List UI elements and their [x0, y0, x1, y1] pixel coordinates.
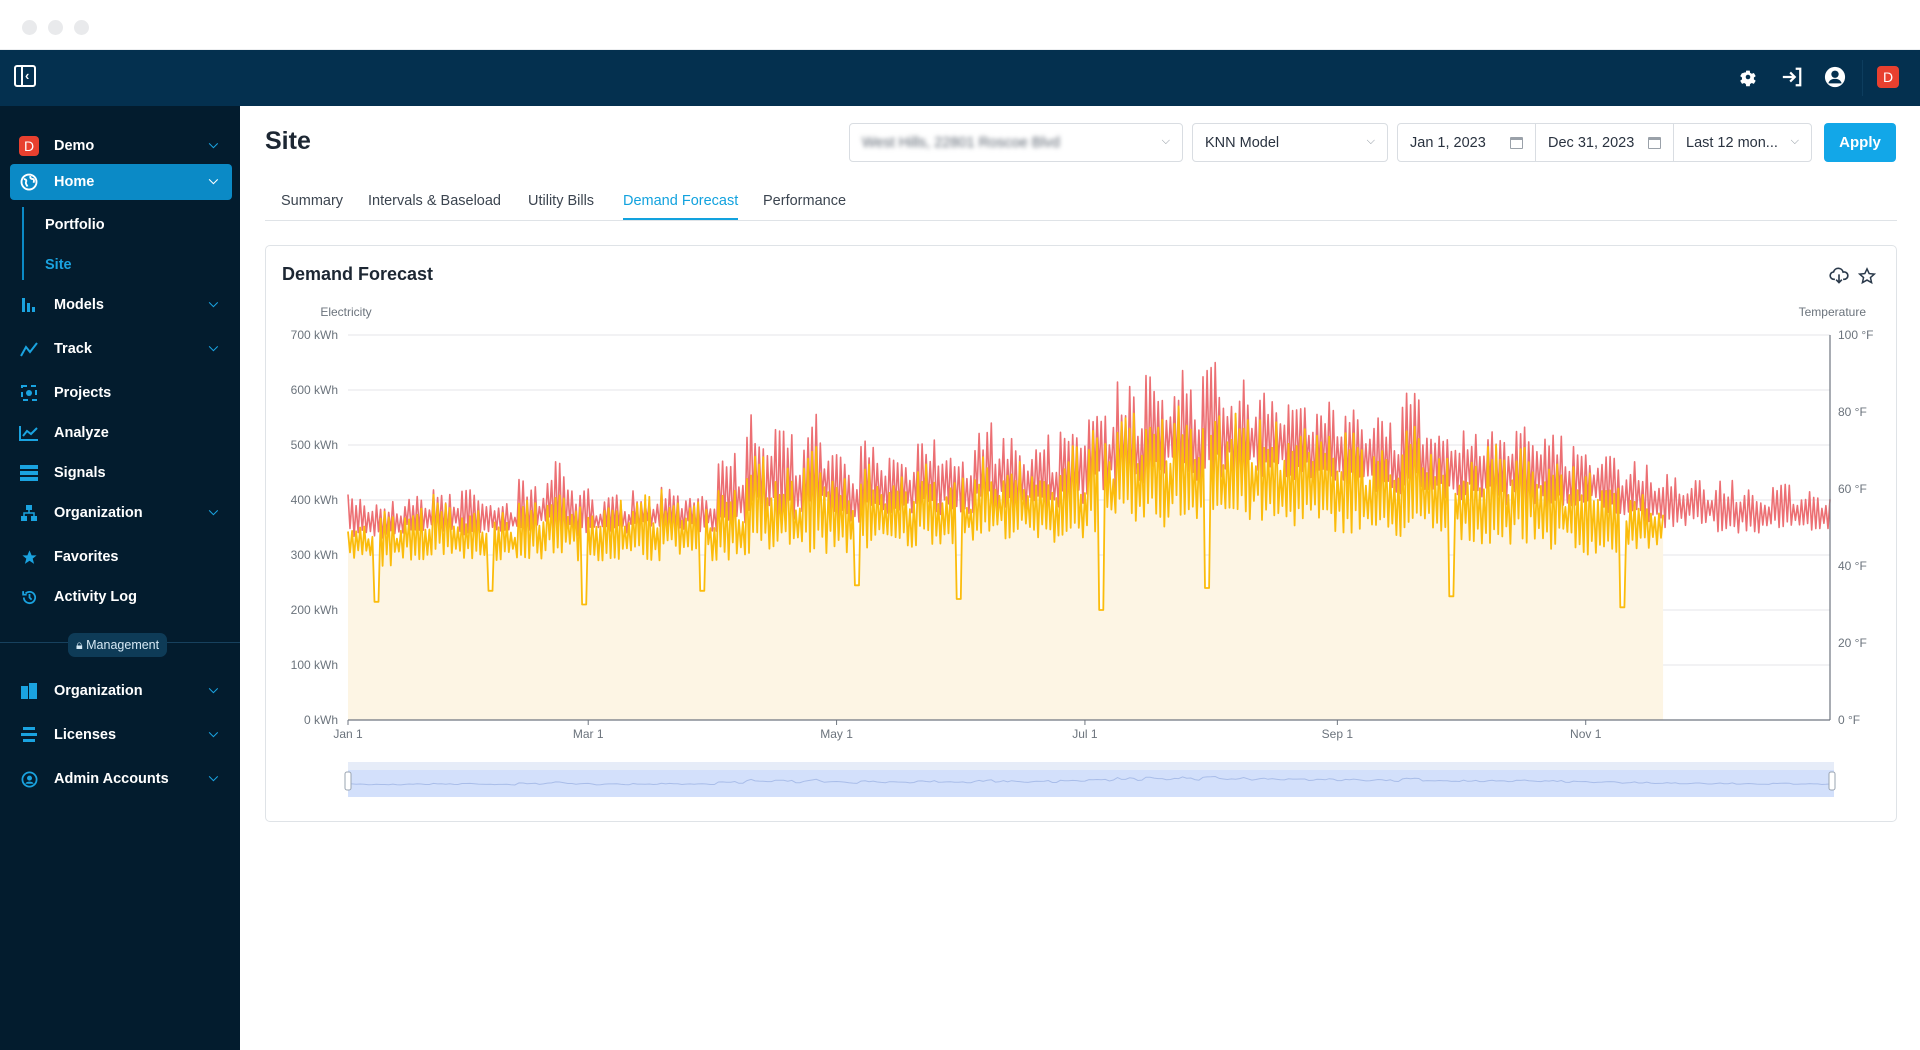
licenses-icon: [16, 727, 42, 743]
sidebar-item-analyze[interactable]: Analyze: [10, 415, 232, 451]
org-name: Demo: [54, 138, 95, 154]
model-select[interactable]: KNN Model ⌵: [1192, 123, 1388, 162]
tab-performance[interactable]: Performance: [763, 193, 846, 218]
apply-button[interactable]: Apply: [1824, 123, 1896, 162]
projects-icon: [16, 385, 42, 401]
submenu-indicator: [22, 207, 24, 280]
sidebar-item-models[interactable]: Models ⌵: [10, 287, 232, 323]
line-chart-icon: [16, 341, 42, 357]
end-date-input[interactable]: Dec 31, 2023: [1536, 124, 1674, 161]
org-badge: D: [19, 136, 39, 156]
star-icon: [16, 549, 42, 566]
sidebar-item-label: Signals: [54, 465, 106, 481]
sidebar-item-admin-accounts[interactable]: Admin Accounts ⌵: [10, 761, 232, 797]
range-preset-select[interactable]: Last 12 mon... ⌵: [1674, 124, 1811, 161]
window-chrome: [0, 0, 1920, 50]
sidebar-subitem-portfolio[interactable]: Portfolio: [45, 217, 105, 233]
site-select[interactable]: West Hills, 22801 Roscoe Blvd ⌵: [849, 123, 1183, 162]
chevron-down-icon: ⌵: [208, 137, 218, 151]
sitemap-icon: [16, 505, 42, 521]
sidebar-item-label: Analyze: [54, 425, 109, 441]
sidebar-item-label: Admin Accounts: [54, 771, 169, 787]
tab-demand-forecast[interactable]: Demand Forecast: [623, 193, 739, 220]
chevron-down-icon: ⌵: [208, 173, 218, 187]
building-icon: [16, 683, 42, 699]
sidebar-item-projects[interactable]: Projects: [10, 375, 232, 411]
header-divider: [1862, 60, 1863, 96]
chevron-down-icon: ⌵: [1366, 135, 1375, 147]
sidebar-item-label: Organization: [54, 505, 143, 521]
sidebar-item-label: Projects: [54, 385, 112, 401]
sidebar-item-label: Organization: [54, 683, 143, 699]
cloud-download-icon[interactable]: [1829, 266, 1849, 286]
sidebar-item-label: Activity Log: [54, 589, 137, 605]
bar-chart-icon: [16, 297, 42, 313]
chevron-down-icon: ⌵: [208, 340, 218, 354]
sidebar-collapse-icon[interactable]: ‹: [14, 65, 36, 87]
chevron-down-icon: ⌵: [208, 296, 218, 310]
window-close-dot[interactable]: [22, 20, 37, 35]
tab-utility-bills[interactable]: Utility Bills: [528, 193, 594, 218]
server-icon: [16, 465, 42, 481]
tab-bar: Summary Intervals & Baseload Utility Bil…: [265, 190, 1897, 221]
demand-forecast-card: [265, 245, 1897, 822]
top-header: ‹: [0, 50, 1920, 106]
sign-in-icon[interactable]: [1779, 64, 1805, 90]
sidebar: D Demo ⌵ Home ⌵ Portfolio Site Models ⌵ …: [0, 106, 240, 1050]
page-title: Site: [265, 127, 311, 155]
sidebar-item-label: Licenses: [54, 727, 117, 743]
window-maximize-dot[interactable]: [74, 20, 89, 35]
management-badge: 🔒︎ Management: [68, 633, 168, 657]
sidebar-item-label: Models: [54, 297, 104, 313]
window-minimize-dot[interactable]: [48, 20, 63, 35]
sidebar-item-activity-log[interactable]: Activity Log: [10, 579, 232, 615]
history-icon: [16, 589, 42, 606]
date-range-picker: Jan 1, 2023 Dec 31, 2023 Last 12 mon... …: [1397, 123, 1812, 162]
tab-summary[interactable]: Summary: [281, 193, 343, 218]
chevron-down-icon: ⌵: [208, 726, 218, 740]
start-date-input[interactable]: Jan 1, 2023: [1398, 124, 1536, 161]
user-circle-icon: [16, 771, 42, 788]
org-switcher[interactable]: D Demo ⌵: [10, 128, 232, 164]
sidebar-subitem-site[interactable]: Site: [45, 257, 72, 273]
sidebar-item-favorites[interactable]: Favorites: [10, 539, 232, 575]
calendar-icon: [1510, 137, 1523, 149]
chevron-down-icon: ⌵: [208, 504, 218, 518]
calendar-icon: [1648, 137, 1661, 149]
sidebar-item-label: Home: [54, 174, 95, 190]
sidebar-item-mgmt-organization[interactable]: Organization ⌵: [10, 673, 232, 709]
sidebar-item-home[interactable]: Home ⌵: [10, 164, 232, 200]
sidebar-item-label: Favorites: [54, 549, 119, 565]
chevron-down-icon: ⌵: [208, 770, 218, 784]
sidebar-item-organization[interactable]: Organization ⌵: [10, 495, 232, 531]
site-select-value: West Hills, 22801 Roscoe Blvd: [862, 134, 1060, 151]
area-chart-icon: [16, 425, 42, 441]
account-badge[interactable]: D: [1877, 66, 1899, 88]
model-select-value: KNN Model: [1205, 134, 1280, 151]
sidebar-item-signals[interactable]: Signals: [10, 455, 232, 491]
card-title: Demand Forecast: [282, 264, 434, 284]
tab-intervals-baseload[interactable]: Intervals & Baseload: [368, 193, 501, 218]
sidebar-item-licenses[interactable]: Licenses ⌵: [10, 717, 232, 753]
gear-icon[interactable]: [1735, 64, 1761, 90]
sidebar-item-track[interactable]: Track ⌵: [10, 331, 232, 367]
lock-icon: 🔒︎: [76, 638, 83, 652]
chevron-down-icon: ⌵: [1790, 135, 1799, 147]
user-circle-icon[interactable]: [1822, 64, 1848, 90]
chevron-down-icon: ⌵: [1161, 135, 1170, 147]
sidebar-item-label: Track: [54, 341, 92, 357]
globe-icon: [16, 173, 42, 191]
chevron-down-icon: ⌵: [208, 682, 218, 696]
star-outline-icon[interactable]: [1857, 266, 1877, 286]
